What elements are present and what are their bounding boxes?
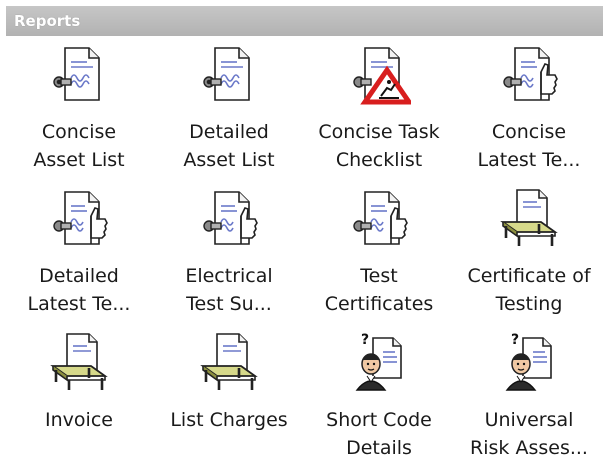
svg-text:?: ? <box>361 332 369 348</box>
reports-header: Reports <box>6 6 603 36</box>
report-label: Invoice <box>9 406 149 434</box>
reports-header-title: Reports <box>14 12 81 30</box>
report-concise-latest-tests[interactable]: Concise Latest Te... <box>454 40 604 184</box>
report-label-line2: Details <box>346 437 412 459</box>
report-label: List Charges <box>159 406 299 434</box>
report-electrical-test-summary[interactable]: Electrical Test Su... <box>154 184 304 328</box>
report-label-line1: List Charges <box>170 409 288 431</box>
report-concise-asset-list[interactable]: Concise Asset List <box>4 40 154 184</box>
report-label-line2: Latest Te... <box>477 149 581 171</box>
document-table-icon <box>47 328 111 398</box>
report-label: Electrical Test Su... <box>159 262 299 318</box>
document-thumb-icon <box>497 40 561 110</box>
report-label-line2: Testing <box>495 293 563 315</box>
document-warning-icon <box>347 40 414 110</box>
report-label-line2: Risk Asses... <box>470 437 588 459</box>
report-universal-risk-assessment[interactable]: ? Universal Risk Asses... <box>454 328 604 472</box>
report-label: Concise Latest Te... <box>459 118 599 174</box>
report-label-line1: Certificate of <box>467 265 591 287</box>
reports-panel: Reports Concise Asset List Detailed Asse… <box>0 0 609 465</box>
report-test-certificates[interactable]: Test Certificates <box>304 184 454 328</box>
document-probe-icon <box>47 40 111 110</box>
report-label-line1: Concise <box>41 121 117 143</box>
document-person-icon: ? <box>497 328 561 398</box>
document-thumb-icon <box>347 184 411 254</box>
document-probe-icon <box>197 40 261 110</box>
report-label-line1: Short Code <box>326 409 432 431</box>
report-label-line1: Electrical <box>185 265 273 287</box>
document-person-icon: ? <box>347 328 411 398</box>
reports-grid: Concise Asset List Detailed Asset List Con… <box>0 40 609 472</box>
svg-text:?: ? <box>511 332 519 348</box>
report-label-line1: Detailed <box>189 121 269 143</box>
report-label: Concise Asset List <box>9 118 149 174</box>
report-label-line1: Concise <box>491 121 567 143</box>
document-thumb-icon <box>197 184 261 254</box>
report-label: Test Certificates <box>309 262 449 318</box>
document-thumb-icon <box>47 184 111 254</box>
report-label-line1: Universal <box>484 409 574 431</box>
report-short-code-details[interactable]: ? Short Code Details <box>304 328 454 472</box>
report-label-line2: Certificates <box>324 293 434 315</box>
report-label: Detailed Latest Te... <box>9 262 149 318</box>
report-label: Detailed Asset List <box>159 118 299 174</box>
report-label: Universal Risk Asses... <box>459 406 599 462</box>
report-label-line2: Test Su... <box>186 293 272 315</box>
report-certificate-of-testing[interactable]: Certificate of Testing <box>454 184 604 328</box>
report-label: Certificate of Testing <box>459 262 599 318</box>
report-label-line2: Asset List <box>183 149 275 171</box>
report-label-line2: Latest Te... <box>27 293 131 315</box>
report-label: Short Code Details <box>309 406 449 462</box>
report-concise-task-checklist[interactable]: Concise Task Checklist <box>304 40 454 184</box>
report-detailed-asset-list[interactable]: Detailed Asset List <box>154 40 304 184</box>
report-label-line1: Concise Task <box>318 121 440 143</box>
report-label-line1: Detailed <box>39 265 119 287</box>
report-detailed-latest-tests[interactable]: Detailed Latest Te... <box>4 184 154 328</box>
report-label-line2: Asset List <box>33 149 125 171</box>
document-table-icon <box>197 328 261 398</box>
report-label-line1: Invoice <box>45 409 113 431</box>
document-table-icon <box>497 184 561 254</box>
report-list-charges[interactable]: List Charges <box>154 328 304 472</box>
report-label-line2: Checklist <box>335 149 423 171</box>
report-label: Concise Task Checklist <box>309 118 449 174</box>
report-invoice[interactable]: Invoice <box>4 328 154 472</box>
report-label-line1: Test <box>360 265 398 287</box>
